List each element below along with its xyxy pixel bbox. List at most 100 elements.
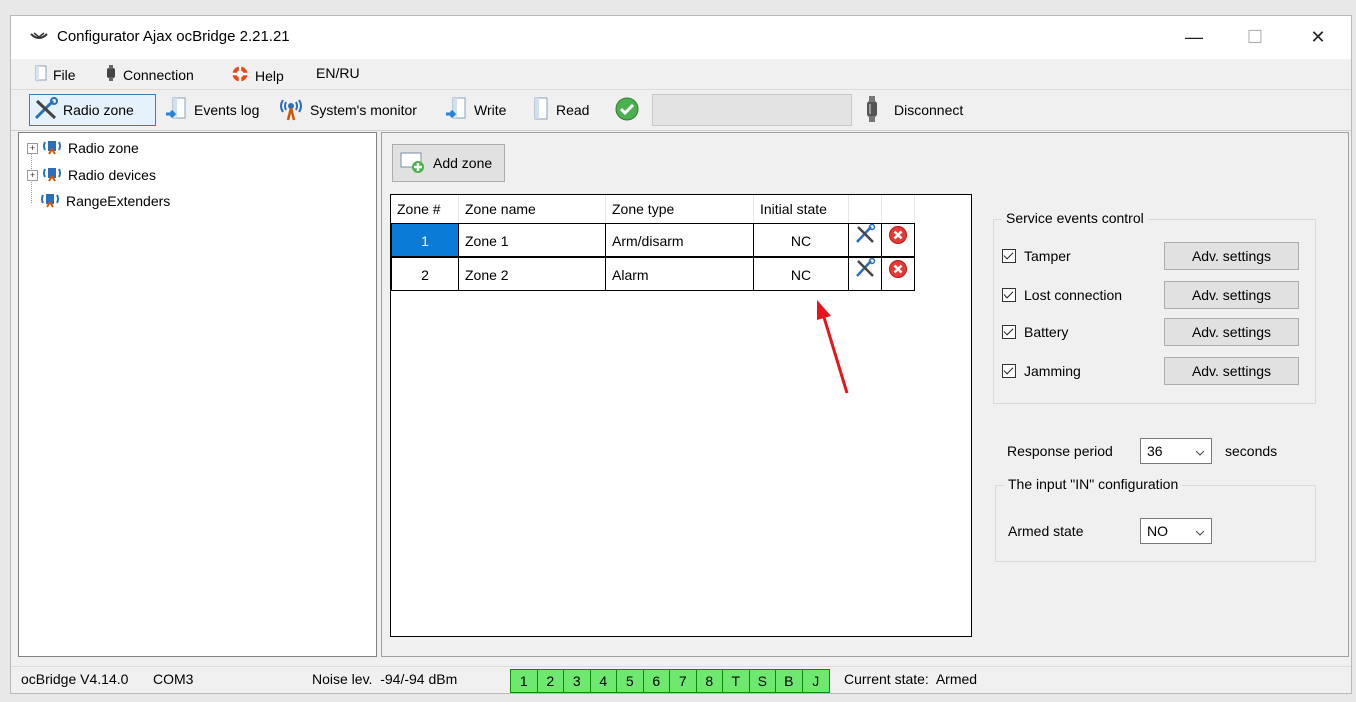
response-unit-label: seconds [1225, 443, 1278, 459]
initial-state-cell[interactable]: NC [754, 223, 849, 257]
response-period-label: Response period [1007, 443, 1113, 459]
table-header: Zone # Zone name Zone type Initial state [391, 195, 915, 223]
menu-connection[interactable]: Connection [105, 65, 194, 84]
systems-monitor-button[interactable]: System's monitor [273, 94, 433, 126]
annotation-arrow [817, 300, 849, 394]
expand-icon[interactable]: + [27, 142, 38, 154]
radio-device-icon [40, 192, 60, 211]
menu-file[interactable]: File [35, 65, 76, 84]
service-events-title: Service events control [1002, 210, 1148, 226]
lost-connection-label: Lost connection [1024, 287, 1123, 303]
battery-row: Battery [1002, 317, 1068, 347]
background-desktop [0, 0, 1356, 15]
connection-icon [105, 65, 117, 84]
write-button[interactable]: Write [441, 94, 519, 126]
menu-bar: File Connection Help EN/RU [11, 59, 1351, 90]
tree-item-radio-zone[interactable]: + Radio zone [27, 137, 139, 159]
tree-item-range-extenders[interactable]: RangeExtenders [40, 190, 170, 212]
battery-adv-settings-button[interactable]: Adv. settings [1164, 318, 1299, 346]
radio-device-icon [42, 139, 62, 158]
radio-signal-icon [276, 96, 306, 125]
app-window: Configurator Ajax ocBridge 2.21.21 — ☐ ✕… [10, 15, 1352, 694]
document-arrow-icon [164, 96, 190, 125]
status-cell: J [802, 670, 829, 692]
status-cell: 1 [511, 670, 538, 692]
zone-type-cell[interactable]: Alarm [606, 257, 754, 291]
minimize-button[interactable]: — [1175, 24, 1213, 50]
menu-help[interactable]: Help [231, 65, 284, 86]
initial-state-cell[interactable]: NC [754, 257, 849, 291]
connection-status-field [652, 94, 852, 126]
tamper-row: Tamper [1002, 241, 1071, 271]
title-bar: Configurator Ajax ocBridge 2.21.21 — ☐ ✕ [11, 16, 1351, 59]
maximize-button[interactable]: ☐ [1236, 24, 1274, 50]
noise-level: Noise lev. -94/-94 dBm [312, 671, 458, 687]
delete-zone-button[interactable] [882, 257, 915, 291]
status-cell: S [749, 670, 776, 692]
zone-number-cell[interactable]: 2 [391, 257, 459, 291]
write-document-icon [444, 96, 470, 125]
disconnect-button[interactable]: Disconnect [861, 94, 976, 126]
status-cell: 7 [670, 670, 697, 692]
jamming-row: Jamming [1002, 356, 1081, 386]
lost-connection-checkbox[interactable] [1002, 288, 1016, 302]
delete-icon [888, 223, 908, 257]
device-tree: + Radio zone + Radio devices RangeExtend… [18, 132, 377, 657]
zone-name-cell[interactable]: Zone 1 [459, 223, 606, 257]
jamming-adv-settings-button[interactable]: Adv. settings [1164, 357, 1299, 385]
col-edit [849, 195, 882, 223]
check-circle-icon [614, 96, 640, 125]
tools-icon [33, 96, 59, 124]
app-logo-icon [29, 30, 49, 47]
status-cell: B [776, 670, 803, 692]
col-initial-state[interactable]: Initial state [754, 195, 849, 223]
status-bar: ocBridge V4.14.0 COM3 Noise lev. -94/-94… [11, 666, 1351, 693]
current-state: Current state: Armed [844, 671, 978, 687]
col-zone-type[interactable]: Zone type [606, 195, 754, 223]
connector-icon [864, 95, 880, 126]
lost-connection-row: Lost connection [1002, 280, 1122, 310]
lost-connection-adv-settings-button[interactable]: Adv. settings [1164, 281, 1299, 309]
delete-zone-button[interactable] [882, 223, 915, 257]
menu-language[interactable]: EN/RU [316, 65, 360, 81]
col-delete [882, 195, 915, 223]
battery-label: Battery [1024, 324, 1069, 340]
edit-zone-button[interactable] [849, 257, 882, 291]
zone-number-cell[interactable]: 1 [391, 223, 459, 257]
device-version: ocBridge V4.14.0 [21, 671, 129, 687]
read-button[interactable]: Read [527, 94, 599, 126]
read-document-icon [530, 96, 552, 125]
tamper-checkbox[interactable] [1002, 249, 1016, 263]
zones-table: Zone # Zone name Zone type Initial state… [390, 194, 972, 637]
window-title: Configurator Ajax ocBridge 2.21.21 [57, 28, 290, 45]
expand-icon[interactable]: + [27, 169, 38, 181]
armed-state-select[interactable]: NO [1140, 518, 1212, 544]
add-zone-button[interactable]: Add zone [392, 144, 505, 182]
response-period-select[interactable]: 36 [1140, 438, 1212, 464]
close-button[interactable]: ✕ [1299, 24, 1337, 50]
radio-zone-button[interactable]: Radio zone [29, 94, 156, 126]
battery-checkbox[interactable] [1002, 325, 1016, 339]
zone-name-cell[interactable]: Zone 2 [459, 257, 606, 291]
edit-zone-button[interactable] [849, 223, 882, 257]
col-zone-name[interactable]: Zone name [459, 195, 606, 223]
toolbar: Radio zone Events log System's monitor W… [11, 90, 1351, 131]
zone-status-indicators: 1 2 3 4 5 6 7 8 T S B J [510, 669, 830, 693]
chevron-down-icon [1195, 443, 1205, 459]
col-zone-number[interactable]: Zone # [391, 195, 459, 223]
delete-icon [888, 257, 908, 291]
tamper-adv-settings-button[interactable]: Adv. settings [1164, 242, 1299, 270]
zone-type-cell[interactable]: Arm/disarm [606, 223, 754, 257]
armed-state-label: Armed state [1008, 523, 1084, 539]
zone-content-panel: Add zone Zone # Zone name Zone type Init… [381, 132, 1349, 657]
table-row[interactable]: 1 Zone 1 Arm/disarm NC [391, 223, 915, 257]
tree-item-radio-devices[interactable]: + Radio devices [27, 164, 156, 186]
input-config-title: The input "IN" configuration [1004, 476, 1183, 492]
events-log-button[interactable]: Events log [161, 94, 269, 126]
table-row[interactable]: 2 Zone 2 Alarm NC [391, 257, 915, 291]
status-cell: T [723, 670, 750, 692]
jamming-checkbox[interactable] [1002, 364, 1016, 378]
apply-check-button[interactable] [611, 94, 645, 126]
help-lifebuoy-icon [231, 65, 249, 86]
status-cell: 3 [564, 670, 591, 692]
